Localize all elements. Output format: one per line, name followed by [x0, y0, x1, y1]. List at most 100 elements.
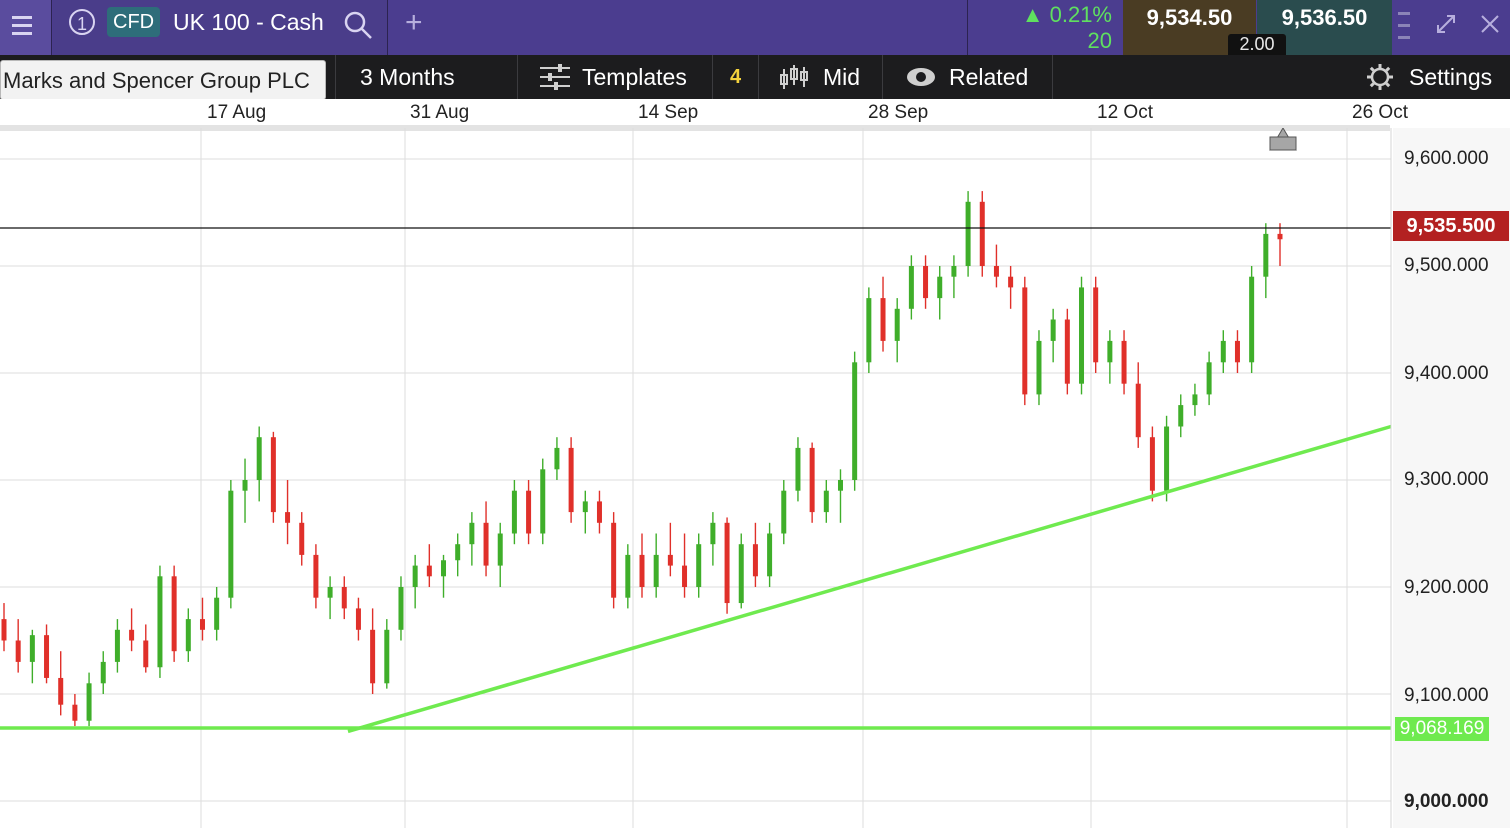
candle-body: [313, 554, 319, 598]
home-marker-icon[interactable]: [1269, 128, 1297, 151]
candle-body: [880, 298, 886, 341]
candle-body: [1220, 340, 1226, 363]
x-tick-label: 17 Aug: [207, 102, 267, 123]
templates-label: Templates: [582, 64, 687, 90]
candle-body: [1022, 287, 1028, 395]
candle-body: [341, 587, 347, 609]
price-chart[interactable]: [0, 128, 1510, 828]
candle-body: [270, 437, 276, 513]
candle-body: [1093, 287, 1099, 363]
product-badge: CFD: [107, 7, 161, 37]
candle-body: [596, 501, 602, 523]
candle-body: [441, 560, 447, 577]
candle-body: [355, 608, 361, 630]
candle-body: [568, 447, 574, 513]
candle-body: [1263, 233, 1269, 277]
y-tick-label: 9,400.000: [1404, 363, 1489, 384]
indicator-count-badge[interactable]: 4: [713, 55, 759, 99]
candle-body: [540, 469, 546, 534]
candle-body: [1164, 426, 1170, 491]
candle-body: [781, 490, 787, 534]
y-tick-label: 9,300.000: [1404, 469, 1489, 490]
candle-body: [1121, 340, 1127, 384]
candle-body: [752, 544, 758, 577]
settings-label: Settings: [1409, 64, 1493, 90]
candle-body: [15, 640, 21, 662]
y-tick-label: 9,600.000: [1404, 148, 1489, 169]
chart-grid: [0, 128, 1391, 828]
candle-body: [497, 533, 503, 566]
candle-body: [114, 629, 120, 662]
spread-badge: 2.00: [1228, 34, 1286, 55]
expand-icon[interactable]: [1437, 15, 1455, 33]
related-button[interactable]: Related: [883, 55, 1053, 99]
candle-body: [214, 597, 220, 630]
candle-body: [100, 661, 106, 684]
candle-body: [937, 276, 943, 299]
candle-body: [639, 554, 645, 587]
drag-handle-icon[interactable]: [1398, 12, 1410, 39]
menu-button[interactable]: [0, 0, 52, 55]
change-points: 20: [1087, 28, 1112, 53]
candle-body: [483, 522, 489, 566]
window-controls: [1392, 0, 1510, 55]
candle-body: [1064, 319, 1070, 384]
support-level-label: 9,068.169: [1395, 717, 1489, 741]
candle-body: [157, 576, 163, 668]
candle-body: [370, 629, 376, 684]
candle-body: [1149, 437, 1155, 491]
change-percent: 0.21%: [1049, 2, 1112, 27]
candle-body: [1206, 362, 1212, 395]
candle-body: [199, 619, 205, 630]
candle-body: [767, 533, 773, 577]
settings-button[interactable]: Settings: [1360, 55, 1510, 99]
candle-body: [993, 266, 999, 277]
y-tick-label: 9,100.000: [1404, 685, 1489, 706]
candle-body: [299, 522, 305, 555]
candle-body: [526, 490, 532, 534]
instrument-number: 1: [69, 9, 95, 35]
candle-body: [511, 490, 517, 534]
instrument-selector[interactable]: 1 CFD UK 100 - Cash: [53, 0, 388, 55]
templates-button[interactable]: Templates: [518, 55, 713, 99]
y-tick-label: 9,200.000: [1404, 577, 1489, 598]
candle-body: [1135, 383, 1141, 438]
close-icon[interactable]: [1481, 15, 1499, 33]
candle-body: [1178, 405, 1184, 427]
candle-body: [653, 554, 659, 587]
y-tick-label: 9,500.000: [1404, 255, 1489, 276]
date-axis: 17 Aug 31 Aug 14 Sep 28 Sep 12 Oct 26 Oc…: [0, 99, 1510, 125]
candles-icon: [780, 65, 808, 89]
candle-body: [426, 565, 432, 577]
related-label: Related: [949, 64, 1029, 90]
candle-body: [908, 266, 914, 309]
sliders-icon: [540, 64, 570, 90]
candle-body: [738, 544, 744, 604]
candle-body: [696, 544, 702, 587]
candle-body: [923, 266, 929, 299]
x-tick-label: 12 Oct: [1097, 102, 1153, 123]
eye-icon: [907, 68, 935, 86]
add-tab-button[interactable]: +: [405, 6, 423, 40]
candle-body: [611, 522, 617, 598]
x-tick-label: 26 Oct: [1352, 102, 1408, 123]
candle-body: [979, 201, 985, 266]
candle-body: [242, 480, 248, 491]
candle-body: [1249, 276, 1255, 363]
candle-body: [86, 683, 92, 721]
price-type-button[interactable]: Mid: [759, 55, 883, 99]
candle-body: [1107, 340, 1113, 363]
search-icon[interactable]: [343, 10, 373, 40]
candle-body: [1192, 394, 1198, 406]
candle-body: [682, 565, 688, 587]
candle-body: [412, 565, 418, 587]
period-button[interactable]: 3 Months: [336, 55, 518, 99]
candle-body: [965, 201, 971, 266]
price-type-label: Mid: [823, 64, 861, 90]
candle-body: [724, 522, 730, 604]
candle-body: [1008, 276, 1014, 288]
current-price-label: 9,535.500: [1393, 211, 1509, 241]
candle-body: [554, 447, 560, 470]
instrument-tooltip: Marks and Spencer Group PLC: [0, 60, 326, 100]
candle-body: [795, 447, 801, 491]
